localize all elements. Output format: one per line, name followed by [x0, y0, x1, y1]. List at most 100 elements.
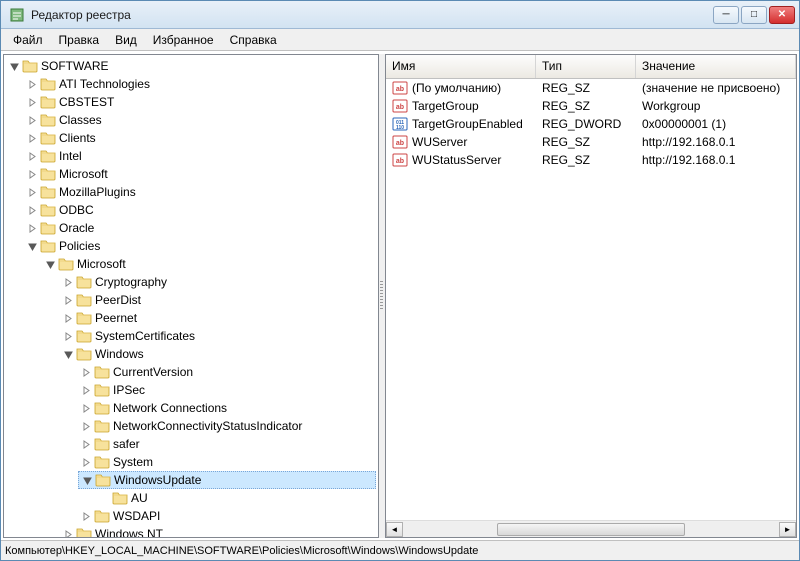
list-row[interactable]: TargetGroupREG_SZWorkgroup — [386, 97, 796, 115]
content-area: SOFTWARE ATI TechnologiesCBSTESTClassesC… — [1, 51, 799, 540]
folder-icon — [76, 328, 92, 344]
list-row[interactable]: WUServerREG_SZhttp://192.168.0.1 — [386, 133, 796, 151]
folder-icon — [76, 292, 92, 308]
close-button[interactable]: ✕ — [769, 6, 795, 24]
expander-icon[interactable] — [81, 474, 93, 486]
tree-node-peernet[interactable]: Peernet — [60, 309, 376, 327]
cell-type: REG_DWORD — [536, 117, 636, 131]
tree-node-software[interactable]: SOFTWARE — [6, 57, 376, 75]
expander-icon[interactable] — [26, 114, 38, 126]
col-header-value[interactable]: Значение — [636, 55, 796, 78]
folder-icon — [40, 94, 56, 110]
tree-node-classes[interactable]: Classes — [24, 111, 376, 129]
string-icon — [392, 134, 408, 150]
folder-icon — [40, 130, 56, 146]
titlebar[interactable]: Редактор реестра ─ □ ✕ — [1, 1, 799, 29]
list-row[interactable]: WUStatusServerREG_SZhttp://192.168.0.1 — [386, 151, 796, 169]
tree-node-netconnstatus[interactable]: NetworkConnectivityStatusIndicator — [78, 417, 376, 435]
tree-node-netconn[interactable]: Network Connections — [78, 399, 376, 417]
expander-icon[interactable] — [80, 366, 92, 378]
dword-icon — [392, 116, 408, 132]
expander-icon[interactable] — [62, 528, 74, 538]
expander-icon[interactable] — [80, 438, 92, 450]
tree-node-odbc[interactable]: ODBC — [24, 201, 376, 219]
folder-icon — [40, 184, 56, 200]
expander-icon[interactable] — [26, 96, 38, 108]
tree-node-policies[interactable]: Policies — [24, 237, 376, 255]
expander-icon[interactable] — [62, 276, 74, 288]
col-header-name[interactable]: Имя — [386, 55, 536, 78]
menu-help[interactable]: Справка — [222, 31, 285, 49]
tree-node-wsdapi[interactable]: WSDAPI — [78, 507, 376, 525]
menubar: Файл Правка Вид Избранное Справка — [1, 29, 799, 51]
folder-icon — [94, 418, 110, 434]
expander-icon[interactable] — [26, 78, 38, 90]
horizontal-scrollbar[interactable]: ◄ ► — [386, 520, 796, 537]
cell-name: WUServer — [386, 134, 536, 150]
tree-pane[interactable]: SOFTWARE ATI TechnologiesCBSTESTClassesC… — [3, 54, 379, 538]
tree-node-crypto[interactable]: Cryptography — [60, 273, 376, 291]
folder-icon — [58, 256, 74, 272]
cell-type: REG_SZ — [536, 99, 636, 113]
tree-node-curver[interactable]: CurrentVersion — [78, 363, 376, 381]
list-body[interactable]: (По умолчанию)REG_SZ(значение не присвое… — [386, 79, 796, 520]
cell-value: (значение не присвоено) — [636, 81, 796, 95]
expander-icon[interactable] — [80, 402, 92, 414]
tree-node-mozilla[interactable]: MozillaPlugins — [24, 183, 376, 201]
list-row[interactable]: TargetGroupEnabledREG_DWORD0x00000001 (1… — [386, 115, 796, 133]
tree-node-microsoft[interactable]: Microsoft — [24, 165, 376, 183]
expander-icon[interactable] — [26, 150, 38, 162]
statusbar: Компьютер\HKEY_LOCAL_MACHINE\SOFTWARE\Po… — [1, 540, 799, 560]
tree-node-safer[interactable]: safer — [78, 435, 376, 453]
expander-icon[interactable] — [26, 222, 38, 234]
expander-icon[interactable] — [26, 204, 38, 216]
expander-icon[interactable] — [80, 510, 92, 522]
folder-icon — [40, 202, 56, 218]
scroll-right-button[interactable]: ► — [779, 522, 796, 537]
maximize-button[interactable]: □ — [741, 6, 767, 24]
list-row[interactable]: (По умолчанию)REG_SZ(значение не присвое… — [386, 79, 796, 97]
folder-icon — [95, 472, 111, 488]
cell-value: http://192.168.0.1 — [636, 135, 796, 149]
tree-node-clients[interactable]: Clients — [24, 129, 376, 147]
menu-favorites[interactable]: Избранное — [145, 31, 222, 49]
tree-node-oracle[interactable]: Oracle — [24, 219, 376, 237]
tree-node-intel[interactable]: Intel — [24, 147, 376, 165]
tree-node-pol-microsoft[interactable]: Microsoft — [42, 255, 376, 273]
expander-icon[interactable] — [26, 240, 38, 252]
folder-icon — [94, 508, 110, 524]
expander-icon[interactable] — [80, 420, 92, 432]
expander-icon[interactable] — [26, 168, 38, 180]
col-header-type[interactable]: Тип — [536, 55, 636, 78]
minimize-button[interactable]: ─ — [713, 6, 739, 24]
expander-icon[interactable] — [62, 348, 74, 360]
expander-icon[interactable] — [80, 456, 92, 468]
expander-icon[interactable] — [62, 312, 74, 324]
scroll-left-button[interactable]: ◄ — [386, 522, 403, 537]
expander-icon[interactable] — [62, 294, 74, 306]
expander-icon[interactable] — [26, 132, 38, 144]
expander-icon[interactable] — [62, 330, 74, 342]
tree-node-peerdist[interactable]: PeerDist — [60, 291, 376, 309]
cell-name: (По умолчанию) — [386, 80, 536, 96]
expander-icon[interactable] — [8, 60, 20, 72]
tree-node-syscert[interactable]: SystemCertificates — [60, 327, 376, 345]
tree-node-ati[interactable]: ATI Technologies — [24, 75, 376, 93]
tree-node-winnt[interactable]: Windows NT — [60, 525, 376, 538]
expander-icon[interactable] — [80, 384, 92, 396]
expander-icon[interactable] — [44, 258, 56, 270]
scroll-track[interactable] — [403, 522, 779, 537]
string-icon — [392, 98, 408, 114]
tree-node-ipsec[interactable]: IPSec — [78, 381, 376, 399]
tree-node-windowsupdate[interactable]: WindowsUpdate — [78, 471, 376, 489]
splitter[interactable] — [379, 54, 385, 538]
menu-file[interactable]: Файл — [5, 31, 51, 49]
scroll-thumb[interactable] — [497, 523, 685, 536]
tree-node-cbs[interactable]: CBSTEST — [24, 93, 376, 111]
tree-node-windows[interactable]: Windows — [60, 345, 376, 363]
menu-view[interactable]: Вид — [107, 31, 145, 49]
menu-edit[interactable]: Правка — [51, 31, 108, 49]
tree-node-au[interactable]: AU — [96, 489, 376, 507]
expander-icon[interactable] — [26, 186, 38, 198]
tree-node-system[interactable]: System — [78, 453, 376, 471]
